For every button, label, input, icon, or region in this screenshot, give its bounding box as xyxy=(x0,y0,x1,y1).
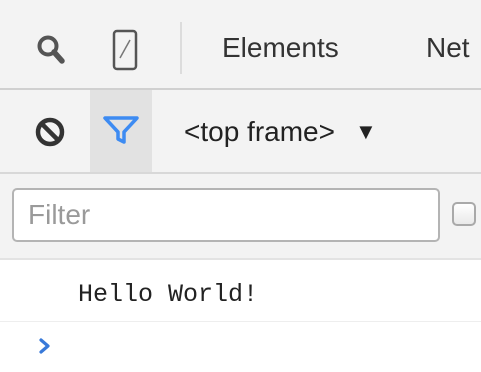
filter-toggle-button[interactable] xyxy=(90,90,152,172)
devtools-window: Elements Net <top frame> ▼ Hello World! xyxy=(0,0,481,372)
main-toolbar: Elements Net xyxy=(0,0,481,90)
frame-selector-value: <top frame> xyxy=(184,116,335,147)
filter-bar xyxy=(0,174,481,260)
device-mode-button[interactable] xyxy=(110,28,140,72)
magnifier-icon xyxy=(37,35,65,64)
toolbar-divider xyxy=(180,22,182,74)
tab-elements[interactable]: Elements xyxy=(222,30,339,66)
dropdown-caret-icon: ▼ xyxy=(354,119,377,144)
console-messages: Hello World! xyxy=(0,260,481,372)
funnel-icon xyxy=(103,116,139,144)
tab-network[interactable]: Net xyxy=(426,30,470,66)
regex-checkbox[interactable] xyxy=(452,202,476,226)
mobile-device-icon xyxy=(112,29,138,71)
console-toolbar: <top frame> ▼ xyxy=(0,90,481,174)
console-prompt[interactable] xyxy=(0,324,481,370)
clear-console-button[interactable] xyxy=(32,112,72,152)
filter-input[interactable] xyxy=(12,188,440,242)
console-message-text: Hello World! xyxy=(78,280,259,309)
console-message: Hello World! xyxy=(0,270,481,322)
inspect-search-button[interactable] xyxy=(34,33,74,67)
frame-selector[interactable]: <top frame> ▼ xyxy=(184,112,377,152)
clear-block-icon xyxy=(35,117,65,147)
chevron-right-icon xyxy=(39,338,50,354)
